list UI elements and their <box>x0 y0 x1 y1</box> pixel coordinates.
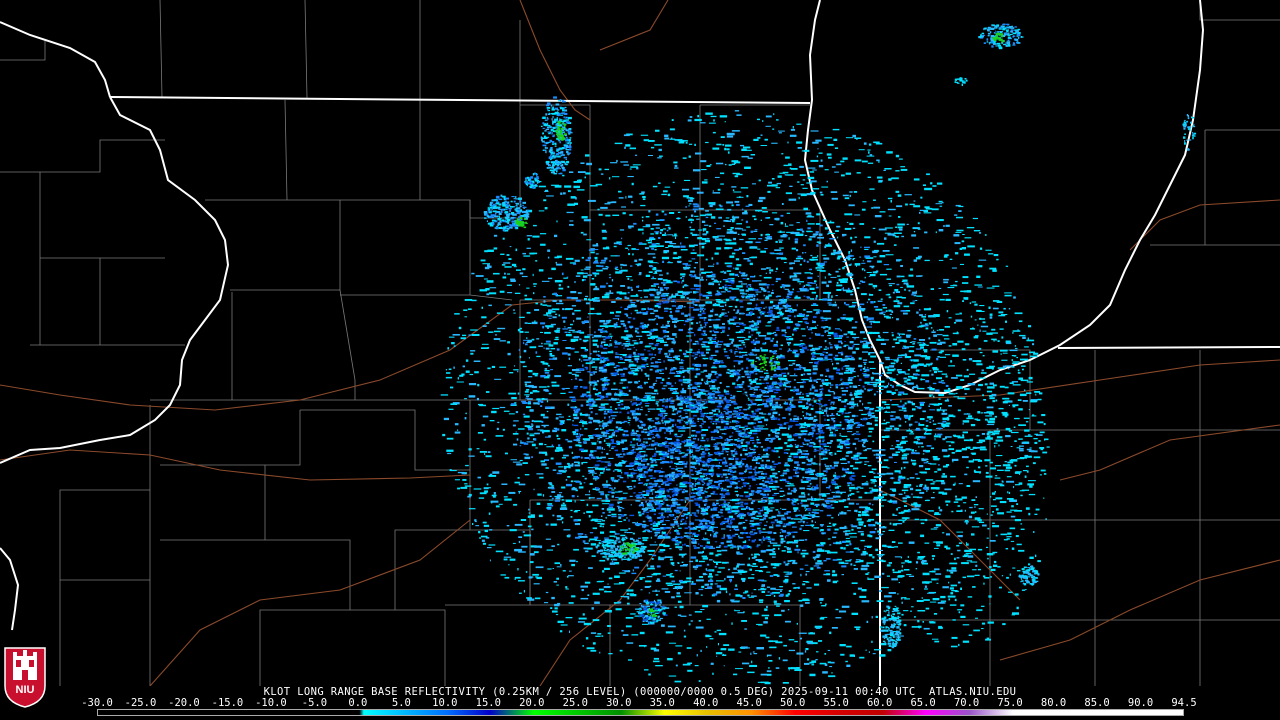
colorbar-tick-label: 20.0 <box>519 697 545 709</box>
colorbar-tick-label: -10.0 <box>255 697 287 709</box>
colorbar-tick-label: -20.0 <box>168 697 200 709</box>
colorbar-tick-label: 10.0 <box>432 697 458 709</box>
colorbar-tick-label: 80.0 <box>1040 697 1067 709</box>
colorbar-tick-label: 75.0 <box>997 697 1023 709</box>
colorbar-tick-label: 45.0 <box>736 697 762 709</box>
colorbar-tick-label: 40.0 <box>693 697 719 709</box>
colorbar-tick-label: 15.0 <box>475 697 501 709</box>
colorbar-tick-label: 65.0 <box>910 697 936 709</box>
colorbar-tick-label: -5.0 <box>301 697 328 709</box>
colorbar-tick-label: 90.0 <box>1127 697 1154 709</box>
colorbar-labels: -30.0 -25.0 -20.0 -15.0 -10.0 -5.0 0.0 5.0 10.0 1… <box>0 697 1280 709</box>
colorbar-tick-label: 5.0 <box>391 697 411 709</box>
colorbar-tick-label: 35.0 <box>649 697 675 709</box>
colorbar-tick-label: -30.0 <box>81 697 113 709</box>
radar-site-marker <box>736 394 748 406</box>
colorbar-tick-label: 70.0 <box>953 697 980 709</box>
colorbar-tick-label: -25.0 <box>124 697 157 709</box>
radar-map[interactable] <box>0 0 1280 686</box>
colorbar-tick-label: 60.0 <box>866 697 893 709</box>
colorbar-tick-label: 55.0 <box>823 697 849 709</box>
colorbar-tick-label: 85.0 <box>1084 697 1110 709</box>
colorbar-tick-label: -15.0 <box>211 697 244 709</box>
colorbar-tick-label: 25.0 <box>562 697 588 709</box>
colorbar <box>97 709 1184 716</box>
colorbar-tick-label: 30.0 <box>606 697 632 709</box>
colorbar-tick-label: 94.5 <box>1171 697 1197 709</box>
niu-logo: NIU <box>4 647 46 708</box>
colorbar-tick-label: 50.0 <box>780 697 806 709</box>
colorbar-tick-label: 0.0 <box>348 697 368 709</box>
